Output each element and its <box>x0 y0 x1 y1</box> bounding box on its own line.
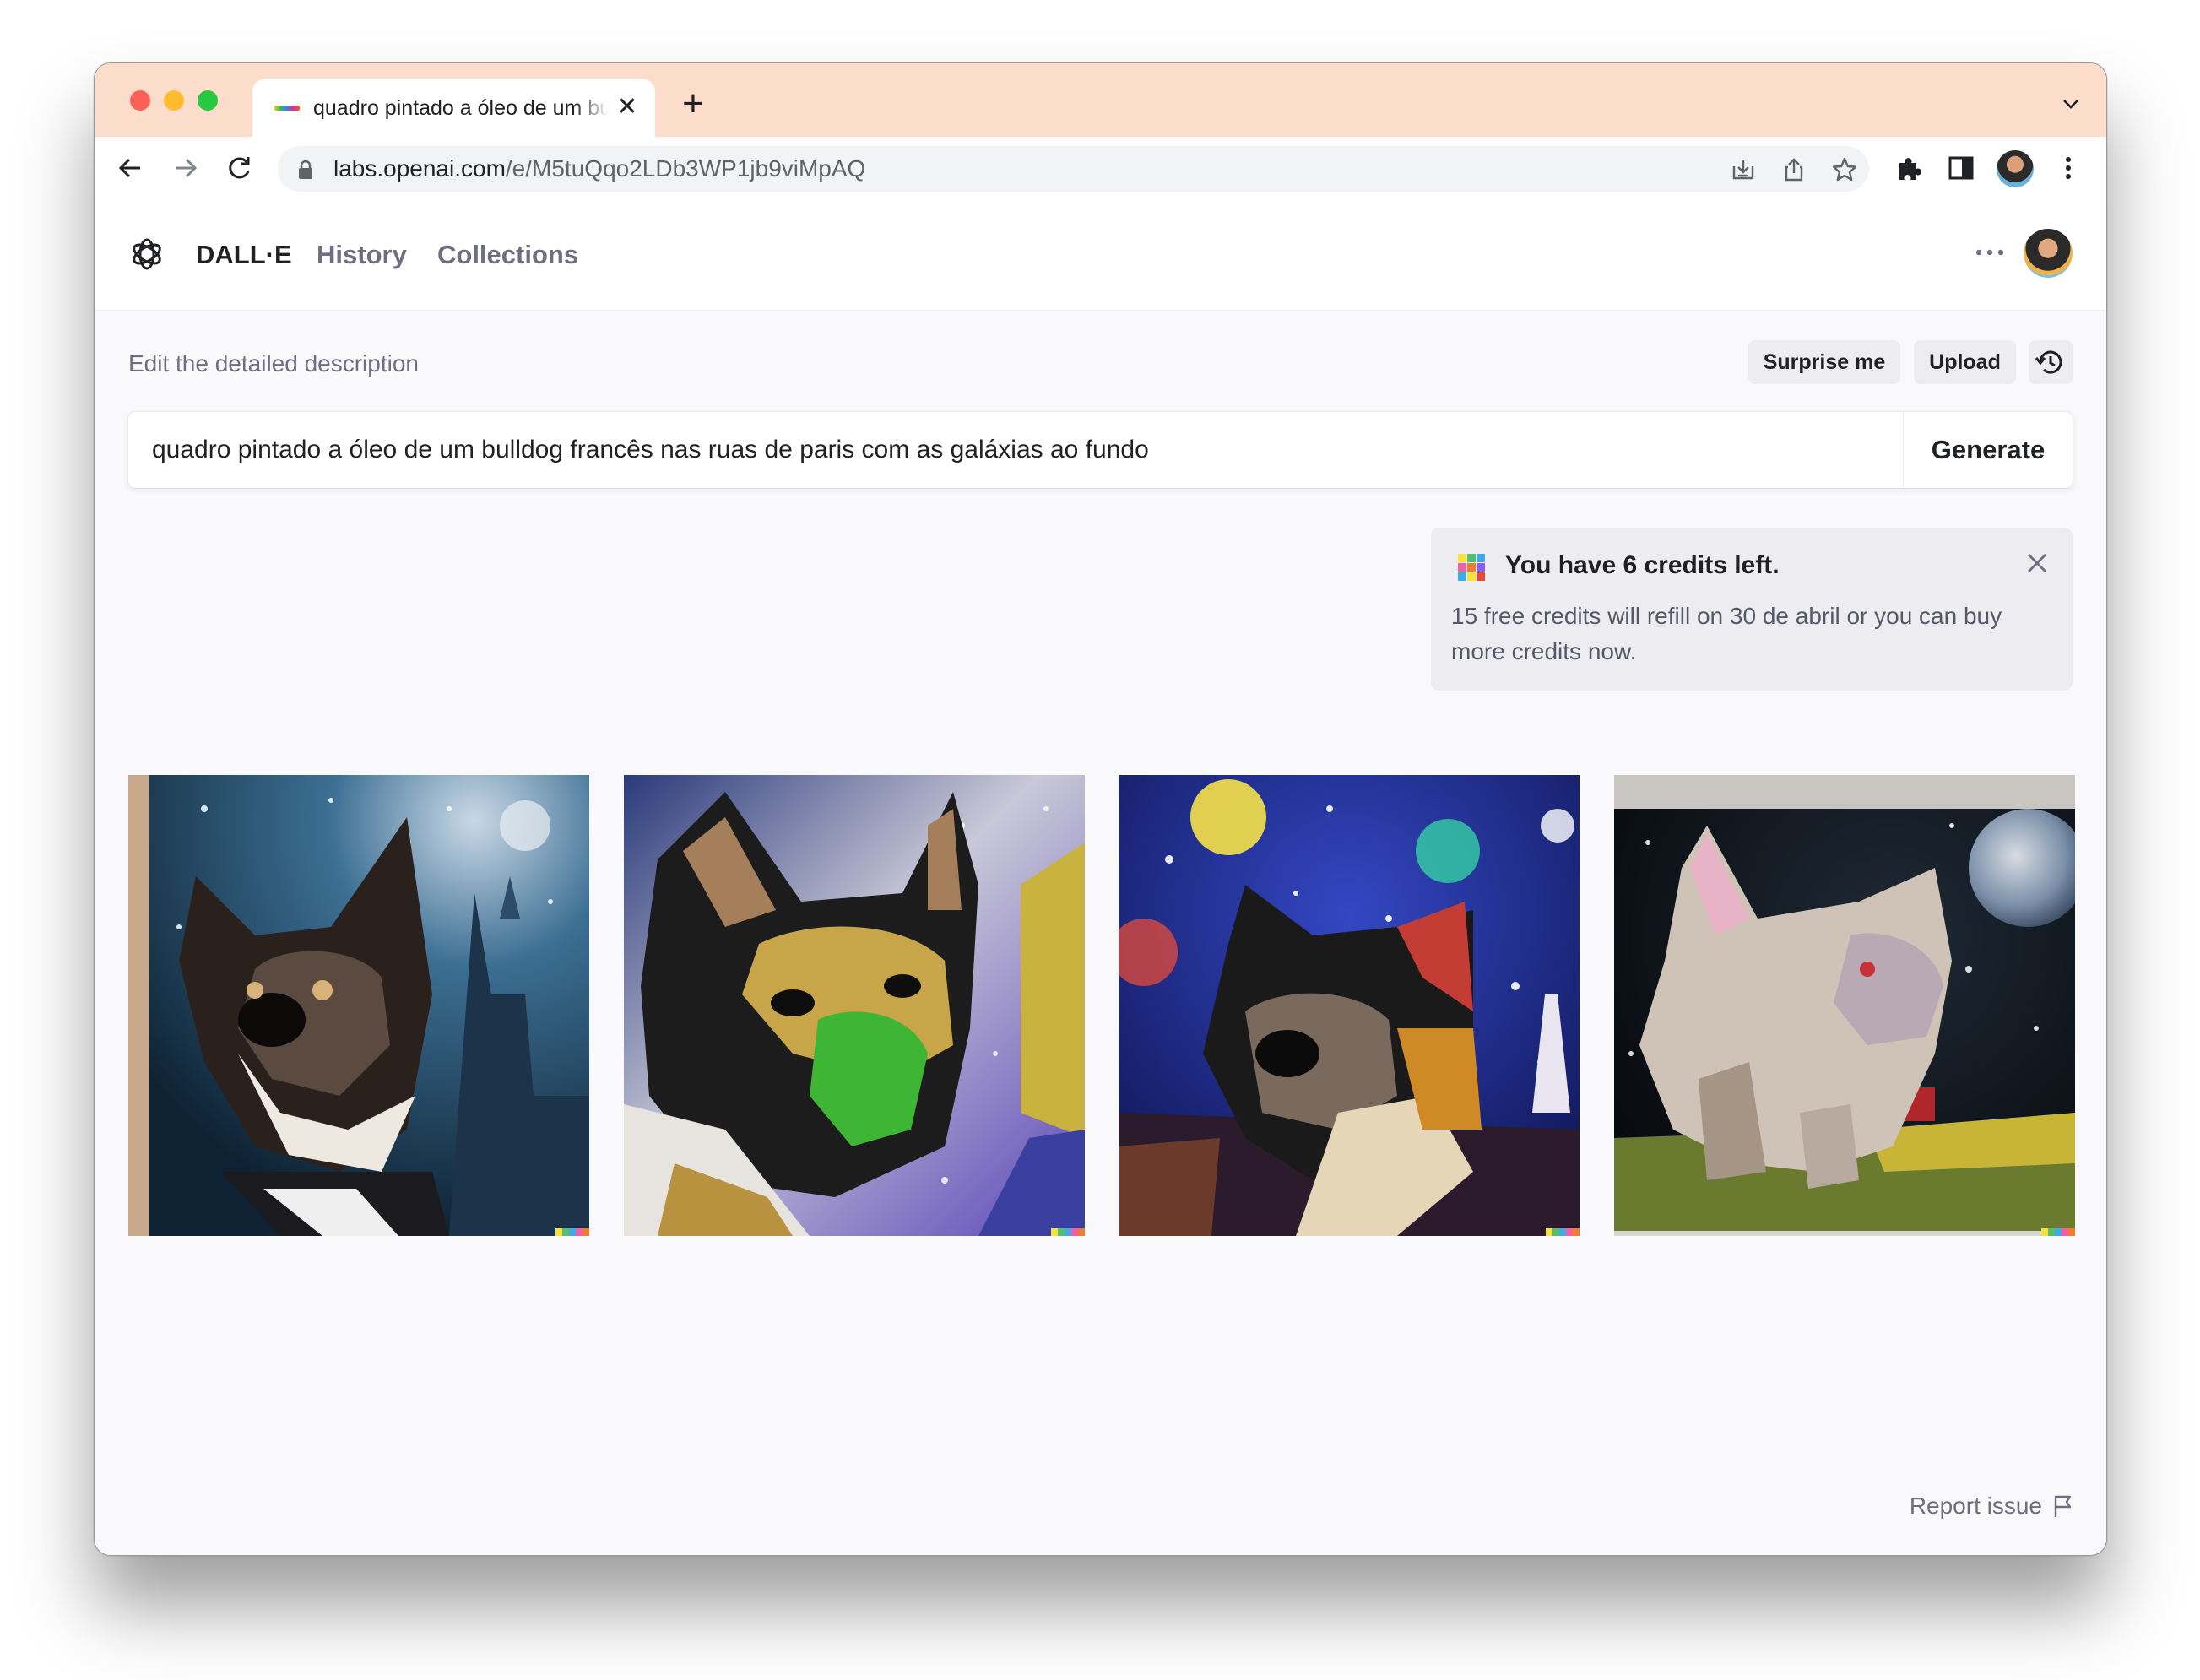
credits-notice: You have 6 credits left. 15 free credits… <box>1431 528 2073 691</box>
result-image-3-art <box>1119 775 1580 1236</box>
report-issue-link[interactable]: Report issue <box>1910 1488 2074 1521</box>
close-icon[interactable] <box>2024 550 2051 577</box>
install-app-icon[interactable] <box>1730 156 1757 183</box>
generate-button[interactable]: Generate <box>1904 412 2073 488</box>
lock-icon[interactable] <box>296 160 315 180</box>
tab-close-icon[interactable]: ✕ <box>611 91 643 123</box>
openai-logo-icon[interactable] <box>128 236 165 273</box>
nav-collections-link[interactable]: Collections <box>437 239 578 271</box>
more-options-icon[interactable] <box>1975 248 2005 257</box>
result-image-1[interactable] <box>128 775 589 1236</box>
dalle-favicon-icon <box>274 106 300 111</box>
tab-search-chevron-icon[interactable] <box>2061 94 2081 114</box>
side-panel-icon[interactable] <box>1946 153 1976 183</box>
bookmark-star-icon[interactable] <box>1831 156 1858 183</box>
result-image-4[interactable] <box>1614 775 2075 1236</box>
result-image-4-art <box>1614 775 2075 1236</box>
browser-window: quadro pintado a óleo de um bulldog fran… <box>94 62 2107 1556</box>
dalle-signature-icon <box>1546 1228 1580 1236</box>
result-image-1-art <box>128 775 589 1236</box>
dalle-pixels-icon <box>1458 554 1485 581</box>
tab-strip: quadro pintado a óleo de um bulldog fran… <box>95 63 2106 137</box>
brand-name[interactable]: DALL·E <box>196 239 292 271</box>
tab-title: quadro pintado a óleo de um bulldog fran… <box>313 96 609 120</box>
flag-icon <box>2054 1495 2072 1517</box>
dalle-signature-icon <box>555 1228 589 1236</box>
kebab-menu-icon[interactable] <box>2053 153 2083 183</box>
new-tab-button[interactable]: + <box>675 85 712 124</box>
app-header: DALL·E History Collections <box>95 199 2106 311</box>
browser-tab-active[interactable]: quadro pintado a óleo de um bulldog fran… <box>252 79 655 137</box>
dalle-signature-icon <box>1051 1228 1085 1236</box>
nav-history-link[interactable]: History <box>317 239 407 271</box>
dalle-signature-icon <box>2041 1228 2075 1236</box>
url-host: labs.openai.com <box>333 155 506 182</box>
credits-body: 15 free credits will refill on 30 de abr… <box>1451 603 2002 664</box>
browser-toolbar: labs.openai.com/e/M5tuQqo2LDb3WP1jb9viMp… <box>95 137 2106 200</box>
share-icon[interactable] <box>1780 156 1807 183</box>
result-image-2[interactable] <box>624 775 1085 1236</box>
report-issue-label: Report issue <box>1909 1492 2042 1519</box>
credits-title: You have 6 credits left. <box>1505 551 1780 579</box>
prompt-input[interactable]: quadro pintado a óleo de um bulldog fran… <box>152 434 1149 466</box>
maximize-window-button[interactable] <box>198 90 218 111</box>
forward-icon[interactable] <box>167 150 203 186</box>
reload-icon[interactable] <box>221 150 257 186</box>
url-path: /e/M5tuQqo2LDb3WP1jb9viMpAQ <box>505 155 866 182</box>
prompt-bar: quadro pintado a óleo de um bulldog fran… <box>128 412 2073 488</box>
history-clock-icon[interactable] <box>2029 340 2073 384</box>
extensions-puzzle-icon[interactable] <box>1894 153 1925 183</box>
user-avatar[interactable] <box>2024 229 2073 278</box>
url-text[interactable]: labs.openai.com/e/M5tuQqo2LDb3WP1jb9viMp… <box>333 154 865 183</box>
result-image-3[interactable] <box>1119 775 1580 1236</box>
back-icon[interactable] <box>113 150 149 186</box>
address-bar[interactable]: labs.openai.com/e/M5tuQqo2LDb3WP1jb9viMp… <box>278 146 1869 192</box>
minimize-window-button[interactable] <box>164 90 184 111</box>
close-window-button[interactable] <box>130 90 150 111</box>
result-image-2-art <box>624 775 1085 1236</box>
upload-button[interactable]: Upload <box>1914 340 2016 384</box>
surprise-me-button[interactable]: Surprise me <box>1748 340 1900 384</box>
profile-avatar[interactable] <box>1997 150 2034 187</box>
dalle-app: DALL·E History Collections Edit the deta… <box>95 199 2106 1555</box>
edit-description-label: Edit the detailed description <box>128 350 419 377</box>
